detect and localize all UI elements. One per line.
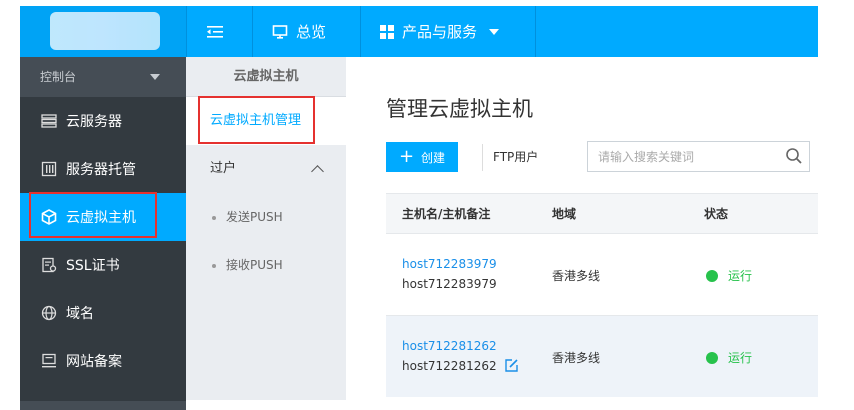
- monitor-icon: [40, 352, 58, 370]
- grid-icon: [380, 24, 394, 39]
- status-badge: 运行: [706, 267, 752, 284]
- main-content: 管理云虚拟主机 + 创建 FTP用户 主机名/主机备注 地域 状态 host71…: [346, 57, 818, 400]
- sidebar-item-virtual-host[interactable]: 云虚拟主机: [20, 193, 186, 241]
- search-box: [587, 141, 810, 172]
- subnav-item-label: 接收PUSH: [226, 258, 283, 272]
- create-button-label: 创建: [421, 150, 446, 165]
- host-note: host712283979: [402, 277, 497, 291]
- column-header-region: 地域: [552, 207, 577, 221]
- host-note: host712281262: [402, 359, 497, 373]
- search-input[interactable]: [588, 142, 778, 171]
- subnav-title: 云虚拟主机: [186, 57, 346, 97]
- sidebar-toggle-button[interactable]: [206, 6, 232, 57]
- subnav-item-receive-push[interactable]: 接收PUSH: [186, 241, 346, 289]
- sidebar-item-label: 服务器托管: [66, 162, 136, 178]
- status-dot-icon: [706, 351, 718, 364]
- bullet-icon: [212, 263, 216, 268]
- collapse-menu-icon: [207, 25, 223, 38]
- host-name-link[interactable]: host712281262: [402, 339, 497, 353]
- logo-image: [50, 12, 160, 50]
- sidebar-item-domain[interactable]: 域名: [20, 289, 186, 337]
- nav-products-dropdown[interactable]: 产品与服务: [380, 6, 500, 57]
- caret-down-icon: [150, 74, 160, 80]
- chevron-up-icon: [311, 165, 324, 178]
- edit-icon[interactable]: [504, 358, 519, 377]
- cube-icon: [40, 208, 58, 226]
- table-header: 主机名/主机备注 地域 状态: [386, 193, 818, 233]
- create-button[interactable]: + 创建: [386, 142, 458, 172]
- sub-navigation: 云虚拟主机 云虚拟主机管理 过户 发送PUSH 接收PUSH: [186, 57, 346, 400]
- subnav-group-transfer[interactable]: 过户: [186, 145, 346, 193]
- sidebar-item-cloud-server[interactable]: 云服务器: [20, 97, 186, 145]
- status-dot-icon: [706, 269, 718, 282]
- server-rack-icon: [40, 160, 58, 178]
- sidebar-item-server-hosting[interactable]: 服务器托管: [20, 145, 186, 193]
- monitor-icon: [272, 24, 288, 39]
- search-icon[interactable]: [785, 147, 803, 169]
- ftp-users-link[interactable]: FTP用户: [482, 144, 538, 171]
- status-label: 运行: [728, 269, 753, 283]
- table-row: host712281262 host712281262 香港多线 运行: [386, 315, 818, 397]
- nav-overview[interactable]: 总览: [272, 6, 326, 57]
- top-navbar: 总览 产品与服务: [20, 6, 818, 57]
- sidebar-console-header[interactable]: 控制台: [20, 57, 186, 97]
- sidebar-header-label: 控制台: [40, 70, 77, 84]
- subnav-item-label: 发送PUSH: [226, 210, 283, 224]
- console-page: 总览 产品与服务 控制台 云服务器 服务器托管 云虚拟主机 SSL证书 域名 网…: [0, 0, 854, 410]
- subnav-item-manage[interactable]: 云虚拟主机管理: [186, 97, 346, 145]
- bullet-icon: [212, 215, 216, 220]
- host-region: 香港多线: [552, 269, 601, 283]
- subnav-group-label: 过户: [210, 161, 237, 176]
- nav-overview-label: 总览: [296, 23, 327, 41]
- subnav-item-send-push[interactable]: 发送PUSH: [186, 193, 346, 241]
- sidebar-footer: [20, 401, 186, 410]
- sidebar-item-label: 云服务器: [66, 114, 122, 130]
- sidebar-item-label: 域名: [66, 306, 94, 322]
- status-badge: 运行: [706, 349, 752, 366]
- sidebar-item-ssl[interactable]: SSL证书: [20, 241, 186, 289]
- sidebar-item-label: SSL证书: [66, 258, 120, 274]
- column-header-status: 状态: [704, 207, 729, 221]
- certificate-icon: [40, 256, 58, 274]
- chevron-down-icon: [489, 28, 500, 35]
- sidebar-item-label: 网站备案: [66, 354, 122, 370]
- plus-icon: +: [398, 146, 415, 167]
- sidebar: 控制台 云服务器 服务器托管 云虚拟主机 SSL证书 域名 网站备案: [20, 57, 186, 410]
- host-name-link[interactable]: host712283979: [402, 257, 497, 271]
- sidebar-item-icp-filing[interactable]: 网站备案: [20, 337, 186, 385]
- globe-icon: [40, 304, 58, 322]
- sidebar-item-label: 云虚拟主机: [66, 210, 136, 226]
- logo[interactable]: [20, 6, 186, 57]
- page-title: 管理云虚拟主机: [386, 97, 533, 121]
- server-list-icon: [40, 112, 58, 130]
- status-label: 运行: [728, 351, 753, 365]
- nav-products-label: 产品与服务: [402, 23, 478, 41]
- column-header-hostname: 主机名/主机备注: [402, 207, 491, 221]
- table-row: host712283979 host712283979 香港多线 运行: [386, 233, 818, 315]
- host-region: 香港多线: [552, 351, 601, 365]
